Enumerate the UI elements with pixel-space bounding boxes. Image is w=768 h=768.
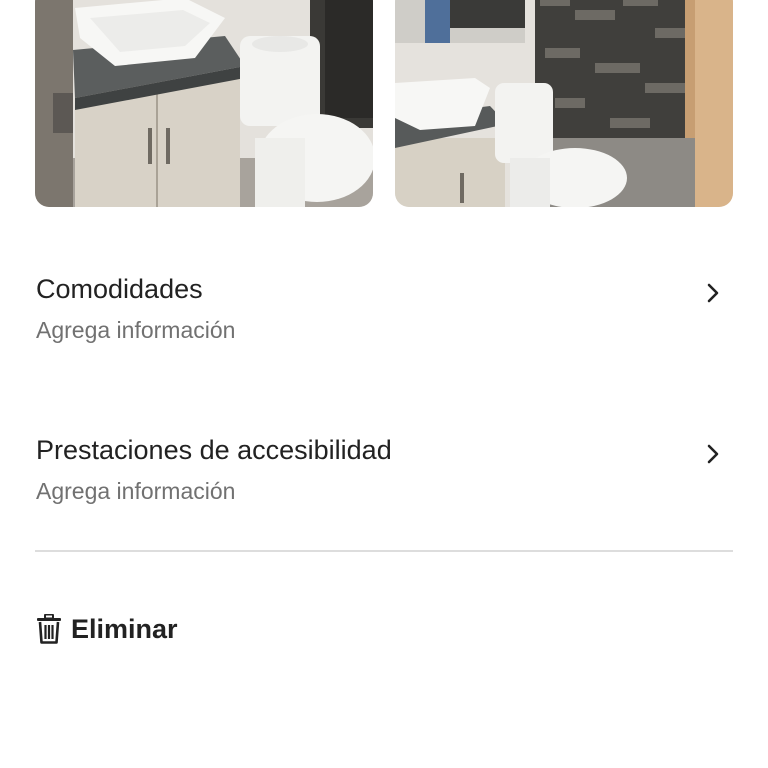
amenities-title: Comodidades	[36, 274, 203, 304]
chevron-right-icon	[704, 281, 722, 305]
delete-button[interactable]: Eliminar	[36, 610, 178, 648]
amenities-subtitle: Agrega información	[36, 317, 236, 343]
room-details-page: Comodidades Agrega información Prestacio…	[0, 0, 768, 768]
bathroom-photo-2[interactable]	[395, 0, 733, 207]
bathroom-photo-2-image	[395, 0, 733, 207]
amenities-row[interactable]: Comodidades Agrega información	[36, 268, 734, 358]
accessibility-subtitle: Agrega información	[36, 478, 236, 504]
bathroom-photo-1[interactable]	[35, 0, 373, 207]
bathroom-photo-1-image	[35, 0, 373, 207]
chevron-right-icon	[704, 442, 722, 466]
delete-label: Eliminar	[71, 614, 178, 644]
section-divider	[35, 550, 733, 552]
accessibility-features-row[interactable]: Prestaciones de accesibilidad Agrega inf…	[36, 429, 734, 519]
trash-icon	[36, 614, 62, 644]
accessibility-title: Prestaciones de accesibilidad	[36, 435, 392, 465]
